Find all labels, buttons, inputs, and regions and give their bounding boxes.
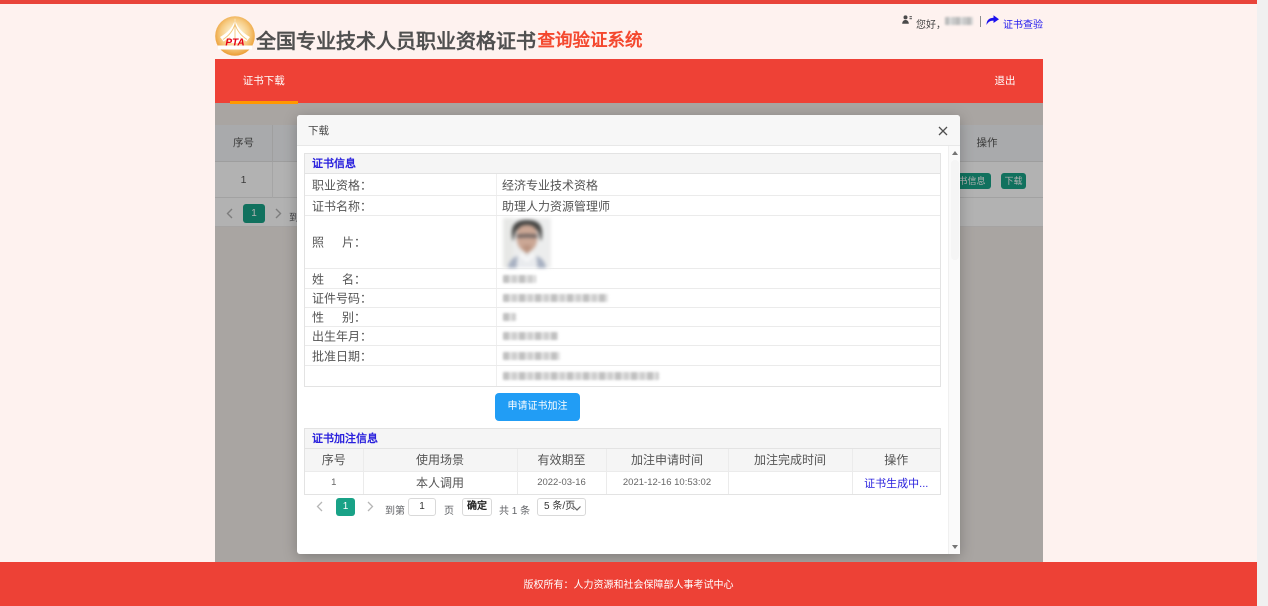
svg-text:PTA: PTA xyxy=(225,38,244,49)
